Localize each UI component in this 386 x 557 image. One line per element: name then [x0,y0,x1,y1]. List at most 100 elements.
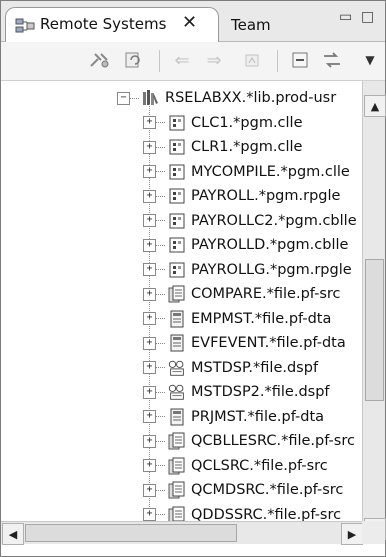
tree-connector [156,171,165,172]
horizontal-scroll-thumb[interactable] [25,524,237,542]
tree-item[interactable]: + QDDSSRC.*file.pf-src [143,503,342,522]
tree-connector [156,391,165,393]
tree-connector [156,367,165,368]
expand-toggle-icon[interactable]: + [143,214,156,227]
view-menu-icon[interactable]: ▼ [357,48,383,72]
tab-team[interactable]: Team [225,11,295,39]
tree-connector [156,146,165,148]
horizontal-scrollbar[interactable]: ◀ ▶ [1,521,363,545]
data-file-icon [167,333,187,353]
link-with-editor-icon[interactable] [319,48,345,72]
tree-item[interactable]: + PAYROLLC2.*pgm.cblle [143,209,357,233]
tab-remote-systems[interactable]: Remote Systems ✕ [5,7,219,42]
program-icon [167,137,187,157]
expand-toggle-icon[interactable]: + [143,263,156,276]
tree-item[interactable]: + PAYROLLD.*pgm.cblle [143,233,348,257]
tree-item-label: COMPARE.*file.pf-src [191,286,341,302]
tree-connector [156,318,165,319]
tree-item[interactable]: + CLC1.*pgm.clle [143,111,303,135]
display-file-icon [167,358,187,378]
expand-toggle-icon[interactable]: + [143,434,156,448]
tree-connector [130,97,139,99]
program-icon [167,211,187,231]
minimize-icon[interactable]: ▭ [339,9,352,25]
expand-toggle-icon[interactable]: + [143,312,156,325]
tree-item[interactable]: + COMPARE.*file.pf-src [143,282,341,306]
close-tab-icon[interactable]: ✕ [182,12,197,33]
tree-connector [156,269,165,270]
tree-connector [156,465,165,466]
scroll-up-button[interactable]: ▲ [364,95,386,117]
forward-icon[interactable]: ⇒ [201,48,227,72]
tree-item[interactable]: + MSTDSP2.*file.dspf [143,380,330,404]
vertical-scroll-thumb[interactable] [365,259,384,401]
scrollbar-corner [362,521,385,544]
tree-item[interactable]: + QCBLLESRC.*file.pf-src [143,429,355,453]
expand-toggle-icon[interactable]: + [143,189,156,203]
tree-item-label: QCMDSRC.*file.pf-src [191,482,344,498]
tree-item[interactable]: + QCLSRC.*file.pf-src [143,454,328,478]
tree-item[interactable]: + MSTDSP.*file.dspf [143,356,318,380]
scroll-right-button[interactable]: ▶ [341,523,363,545]
tree-item-label: MYCOMPILE.*pgm.clle [191,163,350,180]
display-file-icon [167,382,187,402]
source-file-icon [167,456,187,476]
tree-item-label: CLR1.*pgm.clle [191,139,303,155]
tree-item-label: QCLSRC.*file.pf-src [191,457,328,474]
expand-toggle-icon[interactable]: + [143,459,156,472]
remote-systems-view: Remote Systems ✕ Team ▭ □ ⇐ ⇒ ▼ − RSELABX… [0,0,386,557]
tree-item-label: MSTDSP2.*file.dspf [191,384,330,400]
source-file-icon [167,480,187,500]
expand-toggle-icon[interactable]: + [143,410,156,423]
source-file-icon [167,284,187,304]
tree-item[interactable]: + CLR1.*pgm.clle [143,135,302,159]
tree-connector [156,293,165,295]
tree-item[interactable]: + PAYROLLG.*pgm.rpgle [143,258,352,282]
tree-connector [156,122,165,123]
tree-item-label: PAYROLLG.*pgm.rpgle [191,261,352,278]
data-file-icon [167,309,187,329]
view-toolbar: ⇐ ⇒ ▼ [1,42,385,81]
tree-item-label: QDDSSRC.*file.pf-src [191,506,342,522]
expand-toggle-icon[interactable]: + [143,508,156,521]
expand-toggle-icon[interactable]: + [143,116,156,129]
tree-item[interactable]: + QCMDSRC.*file.pf-src [143,478,343,502]
remote-systems-tree: − RSELABXX.*lib.prod-usr + CLC1.*pgm.clle + C… [1,81,361,521]
tree-item-label: EMPMST.*file.pf-dta [191,310,332,327]
refresh-icon[interactable] [121,48,147,72]
home-icon[interactable] [239,48,265,72]
tree-connector [156,489,165,491]
expand-toggle-icon[interactable]: + [143,385,156,399]
tree-item[interactable]: + EVFEVENT.*file.pf-dta [143,331,346,355]
tree-item-label: CLC1.*pgm.clle [191,114,303,131]
expand-toggle-icon[interactable]: + [143,140,156,154]
expand-toggle-icon[interactable]: + [143,238,156,252]
expand-toggle-icon[interactable]: + [143,287,156,301]
tree-connector [156,195,165,197]
tree-item[interactable]: + EMPMST.*file.pf-dta [143,307,331,331]
tree-item-label: MSTDSP.*file.dspf [191,359,319,376]
back-icon[interactable]: ⇐ [169,48,195,72]
tree-connector [156,416,165,417]
tree-item-label: EVFEVENT.*file.pf-dta [191,335,346,351]
scroll-left-button[interactable]: ◀ [2,523,24,545]
collapse-all-icon[interactable] [287,48,313,72]
view-tab-bar: Remote Systems ✕ Team ▭ □ [1,1,385,42]
expand-toggle-icon[interactable]: + [143,165,156,178]
expand-toggle-icon[interactable]: + [143,336,156,350]
expand-toggle-icon[interactable]: + [143,483,156,497]
collapse-toggle-icon[interactable]: − [117,91,130,105]
tree-item[interactable]: + PRJMST.*file.pf-dta [143,405,324,429]
library-icon [141,88,161,108]
vertical-scrollbar[interactable]: ▲ ▼ [362,81,386,540]
expand-toggle-icon[interactable]: + [143,361,156,374]
data-file-icon [167,407,187,427]
tree-item[interactable]: + PAYROLL.*pgm.rpgle [143,184,340,208]
tree-item[interactable]: + MYCOMPILE.*pgm.clle [143,160,350,184]
maximize-icon[interactable]: □ [361,9,374,25]
source-file-icon [167,505,187,521]
tree-item-label: PAYROLLD.*pgm.cblle [191,237,349,253]
tree-connector [156,244,165,246]
connect-icon[interactable] [87,48,113,72]
tree-connector [156,514,165,515]
